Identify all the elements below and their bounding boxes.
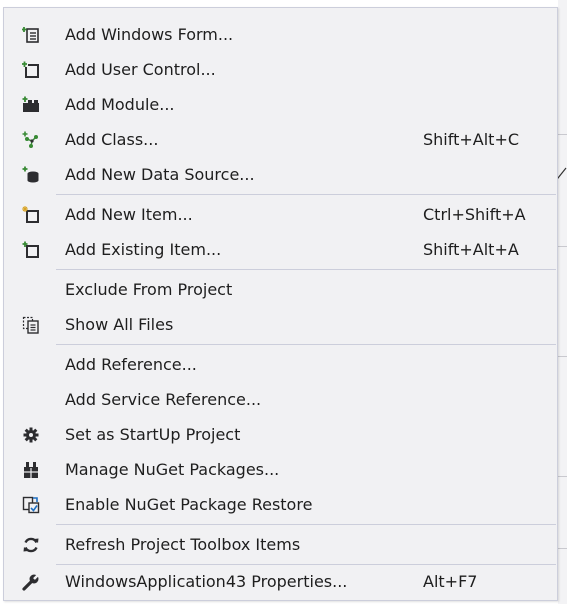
menu-item-label: Refresh Project Toolbox Items	[65, 535, 301, 554]
menu-separator	[56, 269, 556, 270]
menu-item-label: Add New Item...	[65, 205, 193, 224]
menu-item-label: Add User Control...	[65, 60, 216, 79]
menu-separator	[56, 194, 556, 195]
menu-item-add-module[interactable]: Add Module...	[4, 87, 557, 122]
menu-separator	[56, 524, 556, 525]
gear-icon	[22, 426, 40, 444]
add-class-icon	[22, 131, 40, 149]
menu-item-label: Add New Data Source...	[65, 165, 255, 184]
menu-item-label: Add Class...	[65, 130, 159, 149]
show-all-files-icon	[22, 316, 40, 334]
menu-item-label: Add Module...	[65, 95, 175, 114]
menu-item-shortcut: Shift+Alt+C	[423, 130, 520, 149]
menu-item-add-reference[interactable]: Add Reference...	[4, 347, 557, 382]
menu-item-label: Add Windows Form...	[65, 25, 234, 44]
wrench-icon	[22, 573, 40, 591]
menu-item-add-user-control[interactable]: Add User Control...	[4, 52, 557, 87]
menu-item-add-windows-form[interactable]: Add Windows Form...	[4, 17, 557, 52]
menu-item-label: Show All Files	[65, 315, 174, 334]
menu-item-shortcut: Alt+F7	[423, 572, 478, 591]
menu-item-shortcut: Ctrl+Shift+A	[423, 205, 526, 224]
editor-line	[558, 356, 567, 357]
menu-item-refresh-project-toolbox-items[interactable]: Refresh Project Toolbox Items	[4, 527, 557, 562]
menu-item-properties[interactable]: WindowsApplication43 Properties... Alt+F…	[4, 564, 557, 599]
refresh-icon	[22, 536, 40, 554]
menu-item-label: Add Existing Item...	[65, 240, 222, 259]
menu-item-exclude-from-project[interactable]: Exclude From Project	[4, 272, 557, 307]
menu-item-add-service-reference[interactable]: Add Service Reference...	[4, 382, 557, 417]
menu-item-show-all-files[interactable]: Show All Files	[4, 307, 557, 342]
menu-item-add-new-data-source[interactable]: Add New Data Source...	[4, 157, 557, 192]
menu-item-label: Exclude From Project	[65, 280, 233, 299]
screen: Add Windows Form... Add User Control...	[0, 0, 567, 604]
add-windows-form-icon	[22, 26, 40, 44]
editor-line	[558, 548, 567, 549]
menu-item-label: Manage NuGet Packages...	[65, 460, 280, 479]
editor-line	[558, 134, 567, 135]
nuget-package-icon	[22, 461, 40, 479]
add-existing-item-icon	[22, 241, 40, 259]
add-data-source-icon	[22, 166, 40, 184]
add-module-icon	[22, 96, 40, 114]
menu-item-label: WindowsApplication43 Properties...	[65, 572, 348, 591]
menu-item-add-class[interactable]: Add Class... Shift+Alt+C	[4, 122, 557, 157]
menu-item-label: Add Service Reference...	[65, 390, 262, 409]
menu-item-add-existing-item[interactable]: Add Existing Item... Shift+Alt+A	[4, 232, 557, 267]
menu-item-set-as-startup-project[interactable]: Set as StartUp Project	[4, 417, 557, 452]
editor-line	[558, 476, 567, 477]
editor-line	[558, 246, 567, 247]
menu-item-manage-nuget-packages[interactable]: Manage NuGet Packages...	[4, 452, 557, 487]
add-new-item-icon	[22, 206, 40, 224]
menu-item-label: Add Reference...	[65, 355, 197, 374]
project-context-menu: Add Windows Form... Add User Control...	[3, 7, 558, 601]
menu-separator	[56, 344, 556, 345]
menu-item-label: Set as StartUp Project	[65, 425, 241, 444]
menu-item-enable-nuget-package-restore[interactable]: Enable NuGet Package Restore	[4, 487, 557, 522]
menu-item-label: Enable NuGet Package Restore	[65, 495, 313, 514]
package-restore-icon	[22, 496, 40, 514]
editor-background	[558, 0, 567, 604]
add-user-control-icon	[22, 61, 40, 79]
menu-item-shortcut: Shift+Alt+A	[423, 240, 519, 259]
menu-item-add-new-item[interactable]: Add New Item... Ctrl+Shift+A	[4, 197, 557, 232]
